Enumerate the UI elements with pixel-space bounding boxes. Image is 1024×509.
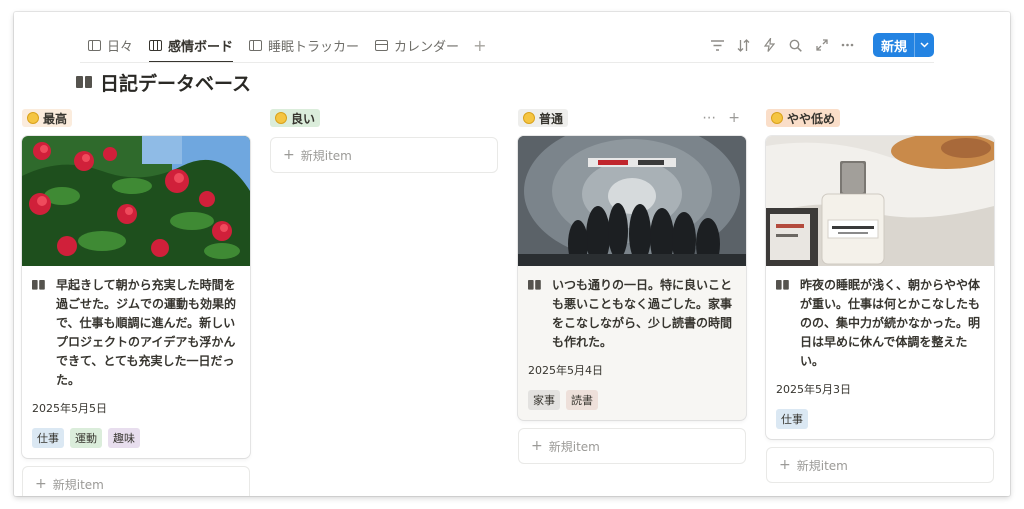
tab-label: カレンダー [394,39,460,55]
board-icon [149,39,163,51]
app-frame: 日々 感情ボード 睡眠トラッカー カレンダー + 新規 日記データベース 最高 … [14,12,1010,496]
table-icon [249,39,263,51]
card-date: 2025年5月5日 [32,402,107,415]
column-label: 最高 [43,111,68,126]
card-date: 2025年5月3日 [776,383,851,396]
tab-calendar[interactable]: カレンダー [367,28,467,62]
column-label: 普通 [539,111,564,126]
status-badge[interactable]: やや低め [766,109,841,127]
status-badge[interactable]: 良い [270,109,321,127]
tag-hobby: 趣味 [108,428,140,448]
card-title: いつも通りの一日。特に良いことも悪いこともなく過ごした。家事をこなしながら、少し… [552,278,733,349]
column-header: 普通 ⋯ + [518,108,746,128]
add-item-button[interactable]: + 新規item [518,428,746,464]
status-badge[interactable]: 普通 [518,109,569,127]
plus-icon: + [283,147,295,163]
tired-face-icon [771,112,783,124]
card-tags: 仕事 運動 趣味 [32,428,240,448]
smile-face-icon [275,112,287,124]
toolbar: 新規 [711,28,934,62]
add-view-button[interactable]: + [467,36,492,55]
board-card[interactable]: いつも通りの一日。特に良いことも悪いこともなく過ごした。家事をこなしながら、少し… [518,136,746,420]
column-header: やや低め [766,108,994,128]
card-title: 早起きして朝から充実した時間を過ごせた。ジムでの運動も効果的で、仕事も順調に進ん… [56,278,237,387]
book-icon [76,75,92,89]
card-title: 昨夜の睡眠が浅く、朝からやや体が重い。仕事は何とかこなしたものの、集中力が続かな… [800,278,981,368]
add-card-icon[interactable]: + [728,110,740,126]
add-item-label: 新規item [796,458,848,473]
card-cover-image [22,136,250,266]
table-icon [88,39,101,51]
tab-label: 感情ボード [168,39,234,55]
plus-icon: + [779,457,791,473]
column-label: やや低め [787,111,836,126]
more-options-icon[interactable] [841,38,855,52]
neutral-face-icon [523,112,535,124]
page-title: 日記データベース [76,68,251,96]
board-column-normal: 普通 ⋯ + いつも通りの一日。特に良いことも悪いこともなく過ごした。家事をこな… [518,108,746,464]
book-icon [776,280,789,290]
add-item-label: 新規item [52,477,104,492]
sort-icon[interactable] [737,38,751,52]
search-icon[interactable] [789,38,803,52]
column-label: 良い [291,111,316,126]
plus-icon: + [35,476,47,492]
card-date: 2025年5月4日 [528,364,603,377]
book-icon [32,280,45,290]
more-options-icon[interactable]: ⋯ [702,110,716,126]
tab-sleep-tracker[interactable]: 睡眠トラッカー [241,28,367,62]
chevron-down-icon[interactable] [914,33,934,57]
plus-icon: + [531,438,543,454]
expand-icon[interactable] [815,38,829,52]
new-item-button[interactable]: 新規 [872,33,934,57]
tag-work: 仕事 [32,428,64,448]
book-icon [528,280,541,290]
status-badge[interactable]: 最高 [22,109,73,127]
database-title: 日記データベース [100,72,252,95]
card-tags: 家事 読書 [528,390,736,410]
tab-label: 日々 [107,39,134,55]
column-actions: ⋯ + [702,110,746,126]
happy-face-icon [27,112,39,124]
calendar-icon [375,39,389,51]
tab-label: 睡眠トラッカー [268,39,360,55]
automation-bolt-icon[interactable] [763,38,777,52]
tab-daily[interactable]: 日々 [80,28,141,62]
add-item-button[interactable]: + 新規item [270,137,498,173]
tag-exercise: 運動 [70,428,102,448]
board-card[interactable]: 昨夜の睡眠が浅く、朝からやや体が重い。仕事は何とかこなしたものの、集中力が続かな… [766,136,994,439]
add-item-button[interactable]: + 新規item [22,466,250,496]
tag-work: 仕事 [776,409,808,429]
new-button-label[interactable]: 新規 [873,33,914,57]
card-tags: 仕事 [776,409,984,429]
board-column-good: 良い + 新規item [270,108,498,173]
filter-icon[interactable] [711,38,725,52]
card-cover-image [518,136,746,266]
tag-reading: 読書 [566,390,598,410]
add-item-label: 新規item [300,148,352,163]
column-header: 最高 [22,108,250,128]
board-column-slightly-low: やや低め 昨夜の睡眠が浅く、朝からやや体が重い。仕事は何とかこなしたものの、集中… [766,108,994,483]
add-item-button[interactable]: + 新規item [766,447,994,483]
add-item-label: 新規item [548,439,600,454]
board-column-best: 最高 早起きして朝から充実した時間を過ごせた。ジムでの運動も効果的で、仕事も順調… [22,108,250,496]
tabs-divider [80,62,934,63]
tag-housework: 家事 [528,390,560,410]
column-header: 良い [270,108,498,128]
tab-emotion-board[interactable]: 感情ボード [141,28,241,63]
card-cover-image [766,136,994,266]
board-card[interactable]: 早起きして朝から充実した時間を過ごせた。ジムでの運動も効果的で、仕事も順調に進ん… [22,136,250,458]
